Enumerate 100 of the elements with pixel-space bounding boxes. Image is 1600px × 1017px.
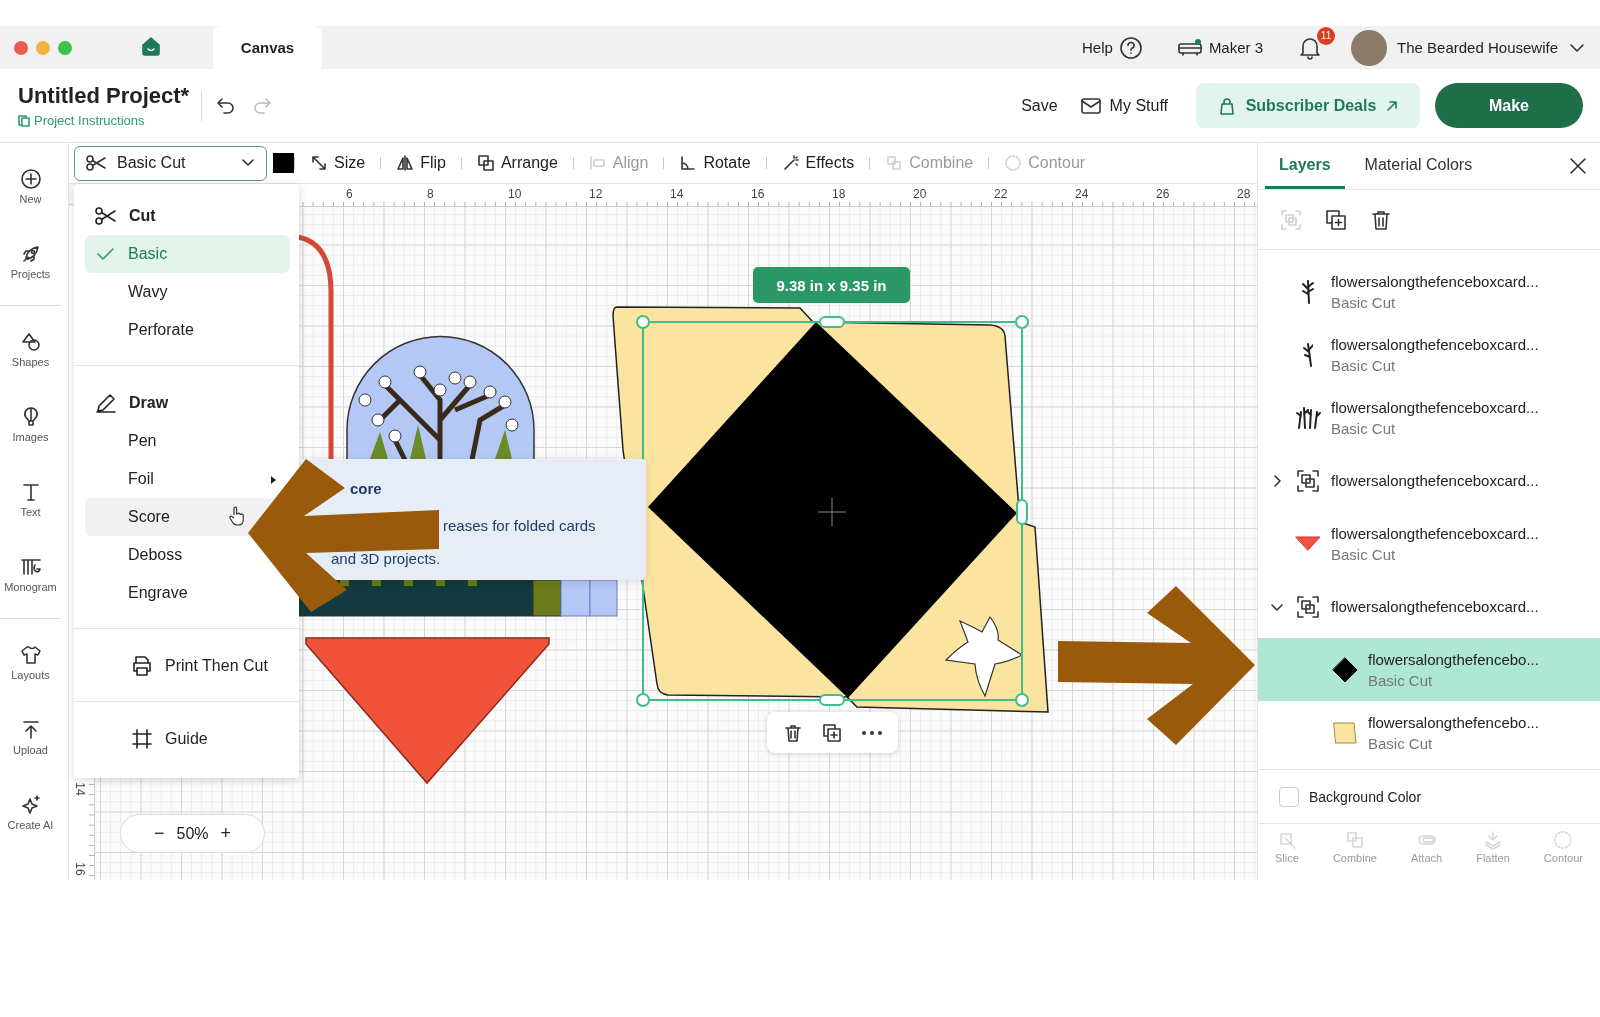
sidebar-item[interactable]: Shapes bbox=[0, 312, 61, 387]
ruler-number: 14 bbox=[72, 782, 87, 796]
toolbar-button[interactable]: Size bbox=[310, 154, 366, 172]
document-icon bbox=[18, 114, 30, 127]
sidebar-item[interactable]: Images bbox=[0, 387, 61, 462]
panel-tab[interactable]: Material Colors bbox=[1350, 143, 1487, 189]
layer-row[interactable]: flowersalongthefenceboxcard... Basic Cut bbox=[1258, 323, 1600, 386]
ruler-number: 8 bbox=[427, 187, 434, 201]
delete-button[interactable] bbox=[782, 722, 803, 743]
save-button[interactable]: Save bbox=[1021, 96, 1058, 115]
shopping-bag-icon bbox=[1217, 95, 1236, 116]
sidebar-item[interactable]: Layouts bbox=[0, 625, 61, 700]
sidebar-item[interactable]: Projects bbox=[0, 224, 61, 299]
layer-name: flowersalongthefenceboxcard... bbox=[1331, 272, 1539, 290]
duplicate-icon bbox=[1325, 208, 1347, 231]
duplicate-button[interactable] bbox=[821, 722, 842, 743]
ruler-number: 28 bbox=[1237, 187, 1251, 201]
help-icon bbox=[1118, 35, 1143, 60]
group-icon bbox=[1296, 468, 1320, 493]
guide-icon bbox=[130, 727, 154, 751]
layer-row[interactable]: flowersalongthefenceboxcard... Basic Cut bbox=[1258, 512, 1600, 575]
layer-operation: Basic Cut bbox=[1368, 734, 1434, 752]
layer-operation: Basic Cut bbox=[1331, 293, 1397, 311]
layer-row[interactable]: flowersalongthefenceboxcard... Basic Cut bbox=[1258, 260, 1600, 323]
scissors-icon bbox=[85, 153, 107, 173]
sparkle-icon bbox=[19, 794, 42, 816]
zoom-level: 50% bbox=[176, 824, 209, 843]
ruler-number: 14 bbox=[670, 187, 684, 201]
layer-name: flowersalongthefencebo... bbox=[1368, 650, 1539, 668]
menu-heading: Draw bbox=[129, 394, 169, 412]
color-swatch[interactable] bbox=[273, 153, 294, 173]
menu-item[interactable]: Engrave bbox=[85, 574, 196, 612]
layer-name: flowersalongthefenceboxcard... bbox=[1331, 524, 1539, 542]
toolbar-button[interactable]: Flip bbox=[396, 154, 446, 172]
sidebar-item[interactable]: Monogram bbox=[0, 537, 61, 612]
combine-icon bbox=[885, 154, 904, 172]
toolbar-button[interactable]: Effects bbox=[781, 154, 855, 172]
machine-button[interactable]: Maker 3 bbox=[1176, 37, 1264, 58]
account-menu[interactable]: The Bearded Housewife bbox=[1397, 38, 1586, 57]
sprig-icon bbox=[1303, 342, 1313, 367]
window-control-icon[interactable] bbox=[14, 40, 28, 55]
layer-row[interactable]: flowersalongthefenceboxcard... Basic Cut bbox=[1258, 386, 1600, 449]
arrange-icon bbox=[476, 154, 495, 172]
checkbox[interactable] bbox=[1279, 786, 1299, 807]
layer-row[interactable]: flowersalongthefencebo... Basic Cut bbox=[1258, 638, 1600, 701]
subscriber-deals-button[interactable]: Subscriber Deals bbox=[1196, 83, 1420, 128]
tooltip-text: reases for folded cards bbox=[443, 517, 597, 534]
group-icon bbox=[1296, 594, 1320, 619]
sidebar-item[interactable]: New bbox=[0, 149, 61, 224]
zoom-in-button[interactable]: + bbox=[220, 823, 232, 844]
layer-row[interactable]: flowersalongthefenceboxcard... bbox=[1258, 449, 1600, 512]
layer-name: flowersalongthefencebo... bbox=[1368, 713, 1539, 731]
home-icon[interactable] bbox=[140, 34, 162, 57]
crosshair-icon bbox=[817, 497, 847, 527]
menu-item[interactable]: Print Then Cut bbox=[74, 647, 299, 685]
ruler-number: 22 bbox=[994, 187, 1008, 201]
make-button[interactable]: Make bbox=[1435, 83, 1583, 128]
avatar[interactable] bbox=[1351, 29, 1388, 66]
panel-tab[interactable]: Layers bbox=[1265, 143, 1345, 189]
duplicate-button[interactable] bbox=[1325, 208, 1347, 231]
zoom-out-button[interactable]: − bbox=[153, 823, 165, 844]
more-button[interactable] bbox=[860, 729, 883, 736]
menu-item[interactable]: Pen bbox=[85, 422, 165, 460]
layer-operation: Basic Cut bbox=[1331, 419, 1397, 437]
tooltip-text: and 3D projects. bbox=[331, 550, 442, 567]
magic-wand-icon bbox=[781, 154, 800, 172]
contour-icon bbox=[1553, 830, 1574, 850]
pencil-icon bbox=[94, 391, 118, 415]
notification-badge: 11 bbox=[1317, 26, 1336, 45]
menu-item[interactable]: Perforate bbox=[85, 311, 202, 349]
layer-name: flowersalongthefenceboxcard... bbox=[1331, 335, 1539, 353]
ruler-number: 26 bbox=[1156, 187, 1170, 201]
toolbar-button[interactable]: Rotate bbox=[679, 154, 751, 172]
layer-operation: Basic Cut bbox=[1331, 356, 1397, 374]
help-button[interactable]: Help bbox=[1082, 35, 1143, 60]
hand-cursor-icon bbox=[228, 506, 246, 526]
ruler-number: 12 bbox=[589, 187, 603, 201]
flatten-icon bbox=[1483, 830, 1503, 850]
ruler-number: 6 bbox=[346, 187, 353, 201]
menu-item[interactable]: Deboss bbox=[85, 536, 191, 574]
trash-button[interactable] bbox=[1370, 208, 1392, 231]
cutting-machine-icon bbox=[1176, 37, 1203, 58]
sidebar-item[interactable]: Upload bbox=[0, 700, 61, 775]
scissors-icon bbox=[94, 204, 118, 228]
ruler-number: 20 bbox=[913, 187, 927, 201]
menu-item[interactable]: Guide bbox=[74, 720, 299, 758]
canvas-tab[interactable]: Canvas bbox=[213, 26, 322, 69]
operation-dropdown[interactable]: Basic Cut bbox=[74, 145, 267, 181]
monogram-icon bbox=[19, 556, 42, 578]
sidebar-item[interactable]: Create AI bbox=[0, 775, 61, 850]
layer-row[interactable]: flowersalongthefencebo... Basic Cut bbox=[1258, 701, 1600, 764]
sidebar-item[interactable]: Text bbox=[0, 462, 61, 537]
menu-item[interactable]: Wavy bbox=[85, 273, 176, 311]
project-instructions-link[interactable]: Project Instructions bbox=[18, 113, 190, 128]
size-label: 9.38 in x 9.35 in bbox=[753, 267, 910, 303]
menu-item[interactable]: Basic bbox=[85, 235, 290, 273]
layer-row[interactable]: flowersalongthefenceboxcard... bbox=[1258, 575, 1600, 638]
layer-name: flowersalongthefenceboxcard... bbox=[1331, 472, 1539, 489]
toolbar-button[interactable]: Arrange bbox=[476, 154, 558, 172]
my-stuff-button[interactable]: My Stuff bbox=[1079, 95, 1168, 116]
